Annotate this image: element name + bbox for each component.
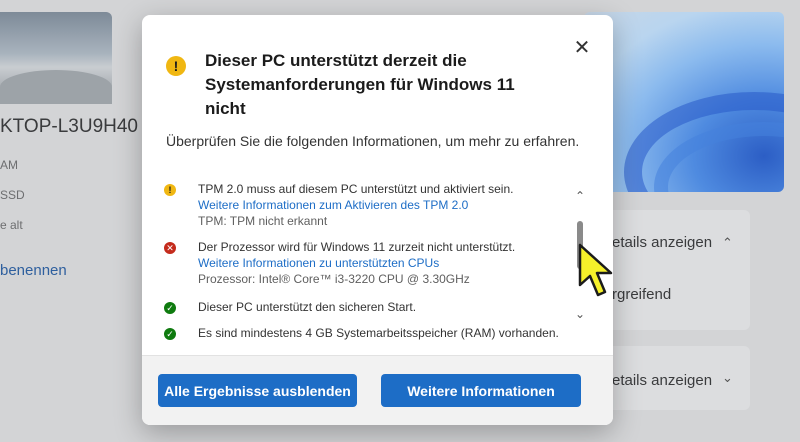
item-text: Der Prozessor wird für Windows 11 zurzei… bbox=[198, 240, 516, 254]
item-text: TPM 2.0 muss auf diesem PC unterstützt u… bbox=[198, 182, 514, 196]
dialog-title: Dieser PC unterstützt derzeit die System… bbox=[205, 51, 515, 118]
rename-pc-link[interactable]: benennen bbox=[0, 262, 67, 279]
spec-ram: AM bbox=[0, 158, 18, 172]
item-detail: Prozessor: Intel® Core™ i3-3220 CPU @ 3.… bbox=[198, 272, 470, 286]
warning-icon: ! bbox=[164, 184, 176, 196]
item-text: Es sind mindestens 4 GB Systemarbeitsspe… bbox=[198, 326, 559, 340]
pc-name: KTOP-L3U9H40 bbox=[0, 116, 138, 137]
more-information-button[interactable]: Weitere Informationen bbox=[381, 374, 581, 407]
item-detail: TPM: TPM nicht erkannt bbox=[198, 214, 328, 228]
details-row-2: rgreifend bbox=[612, 286, 672, 303]
spec-ssd: SSD bbox=[0, 188, 25, 202]
windows11-hero-image bbox=[584, 12, 784, 192]
chevron-down-icon[interactable]: ⌄ bbox=[722, 370, 733, 386]
item-text: Dieser PC unterstützt den sicheren Start… bbox=[198, 300, 417, 314]
dialog-subtitle: Überprüfen Sie die folgenden Information… bbox=[166, 133, 580, 149]
cpu-info-link[interactable]: Weitere Informationen zu unterstützten C… bbox=[198, 255, 568, 271]
dialog-footer: Alle Ergebnisse ausblenden Weitere Infor… bbox=[142, 355, 613, 425]
scroll-up-icon[interactable]: ⌃ bbox=[573, 189, 587, 203]
compatibility-dialog: ! Dieser PC unterstützt derzeit die Syst… bbox=[142, 15, 613, 425]
check-icon: ✓ bbox=[164, 302, 176, 314]
tpm-info-link[interactable]: Weitere Informationen zum Aktivieren des… bbox=[198, 197, 568, 213]
requirements-list: ! TPM 2.0 muss auf diesem PC unterstützt… bbox=[164, 175, 574, 345]
mouse-pointer-icon bbox=[578, 243, 613, 297]
spec-age: e alt bbox=[0, 218, 23, 232]
scroll-down-icon[interactable]: ⌄ bbox=[573, 307, 587, 321]
warning-icon: ! bbox=[166, 56, 186, 76]
check-icon: ✓ bbox=[164, 328, 176, 340]
close-icon[interactable]: ✕ bbox=[571, 37, 593, 59]
error-icon: ✕ bbox=[164, 242, 176, 254]
chevron-up-icon[interactable]: ⌃ bbox=[722, 235, 733, 251]
hide-all-results-button[interactable]: Alle Ergebnisse ausblenden bbox=[158, 374, 357, 407]
device-thumbnail bbox=[0, 12, 112, 104]
details-row-1[interactable]: etails anzeigen bbox=[612, 234, 712, 251]
details-row-3[interactable]: etails anzeigen bbox=[612, 372, 712, 389]
